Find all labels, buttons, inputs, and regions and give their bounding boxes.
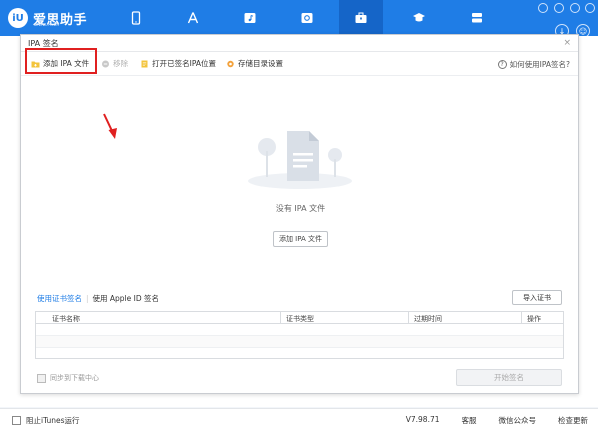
nav-apps[interactable] xyxy=(171,0,215,36)
remove-icon xyxy=(102,60,110,67)
version-label: V7.98.71 xyxy=(405,415,440,424)
open-signed-location-button[interactable]: 打开已签名IPA位置 xyxy=(140,58,216,69)
help-link[interactable]: ? 如何使用IPA签名? xyxy=(497,59,570,70)
close-icon[interactable]: × xyxy=(563,38,571,48)
import-cert-button[interactable]: 导入证书 xyxy=(512,290,562,305)
nav-wallpaper[interactable] xyxy=(285,0,329,36)
ipa-sign-dialog: IPA 签名 × 添加 IPA 文件 移除 打开已签名IPA位置 存储目录设置 … xyxy=(20,34,579,394)
nav-tutorials[interactable] xyxy=(397,0,441,36)
block-itunes-checkbox[interactable] xyxy=(12,416,21,425)
remove-button[interactable]: 移除 xyxy=(101,58,128,69)
tab-separator: | xyxy=(86,294,89,303)
sync-label: 同步到下载中心 xyxy=(50,374,99,382)
dialog-title: IPA 签名 xyxy=(28,38,59,48)
check-update-link[interactable]: 检查更新 xyxy=(558,415,588,426)
cert-table-header: 证书名称 证书类型 过期时间 操作 xyxy=(36,312,563,324)
nav-toolbox[interactable] xyxy=(339,0,383,36)
column-divider xyxy=(280,312,281,324)
start-sign-button[interactable]: 开始签名 xyxy=(456,369,562,386)
settings-window-icon[interactable] xyxy=(538,3,548,13)
minimize-window-icon[interactable] xyxy=(554,3,564,13)
empty-state-text: 没有 IPA 文件 xyxy=(275,204,326,213)
toolbox-icon xyxy=(355,12,367,23)
storage-settings-button[interactable]: 存储目录设置 xyxy=(226,58,283,69)
app-store-icon xyxy=(187,12,199,24)
sync-checkbox[interactable] xyxy=(37,373,46,383)
red-arrow-annotation xyxy=(103,113,117,139)
open-signed-location-label: 打开已签名IPA位置 xyxy=(152,59,217,68)
column-divider xyxy=(408,312,409,324)
service-link[interactable]: 客服 xyxy=(462,415,477,426)
music-icon xyxy=(244,13,256,23)
logo-mark: iU xyxy=(8,8,28,28)
maximize-window-icon[interactable] xyxy=(570,3,580,13)
nav-media[interactable] xyxy=(228,0,272,36)
help-label: 如何使用IPA签名? xyxy=(509,60,570,69)
col-cert-name: 证书名称 xyxy=(52,315,80,323)
storage-settings-label: 存储目录设置 xyxy=(238,59,284,68)
col-expiry: 过期时间 xyxy=(414,315,442,323)
image-icon xyxy=(301,13,313,23)
server-icon xyxy=(472,13,482,23)
add-ipa-center-button[interactable]: 添加 IPA 文件 xyxy=(273,231,328,247)
remove-label: 移除 xyxy=(113,59,129,68)
block-itunes-label: 阻止iTunes运行 xyxy=(26,416,80,425)
table-row xyxy=(36,336,563,348)
empty-state-illustration xyxy=(248,131,352,189)
dialog-title-bar: IPA 签名 × xyxy=(21,35,578,52)
cert-table: 证书名称 证书类型 过期时间 操作 xyxy=(35,311,564,359)
tab-apple-id-sign[interactable]: 使用 Apple ID 签名 xyxy=(93,293,160,304)
nav-flash[interactable] xyxy=(455,0,499,36)
sign-method-tabs: 使用证书签名 | 使用 Apple ID 签名 xyxy=(37,293,159,304)
dialog-toolbar: 添加 IPA 文件 移除 打开已签名IPA位置 存储目录设置 ? 如何使用IPA… xyxy=(21,52,578,76)
phone-icon xyxy=(131,11,141,25)
nav-device[interactable] xyxy=(114,0,158,36)
question-icon: ? xyxy=(497,60,507,69)
highlight-box xyxy=(25,48,97,74)
column-divider xyxy=(521,312,522,324)
block-itunes-option[interactable]: 阻止iTunes运行 xyxy=(12,415,80,426)
tab-cert-sign[interactable]: 使用证书签名 xyxy=(37,293,82,304)
col-cert-type: 证书类型 xyxy=(286,315,314,323)
top-bar: iU 爱思助手 www.i4.cn ↓ ☺ xyxy=(0,0,598,38)
app-url: www.i4.cn xyxy=(34,22,60,28)
wechat-link[interactable]: 微信公众号 xyxy=(499,415,537,426)
table-row xyxy=(36,324,563,336)
graduation-cap-icon xyxy=(413,13,425,22)
gear-icon xyxy=(227,60,234,67)
footer-links: V7.98.71 客服 微信公众号 检查更新 xyxy=(406,415,588,426)
status-bar: 阻止iTunes运行 V7.98.71 客服 微信公众号 检查更新 xyxy=(0,408,598,431)
file-icon xyxy=(141,60,148,67)
close-window-icon[interactable] xyxy=(585,3,595,13)
col-actions: 操作 xyxy=(527,315,541,323)
sync-option[interactable]: 同步到下载中心 xyxy=(37,373,99,383)
